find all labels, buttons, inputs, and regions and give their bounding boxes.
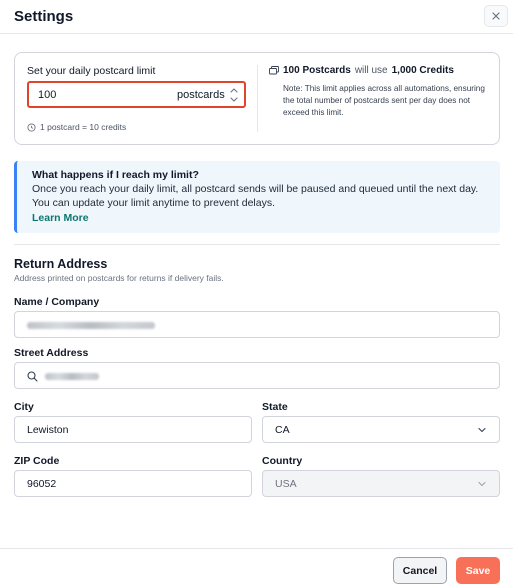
return-address-subtitle: Address printed on postcards for returns… [14,273,224,283]
state-value: CA [275,424,290,436]
dialog-title: Settings [14,8,74,25]
limit-value: 100 [38,89,57,101]
name-company-field[interactable] [14,311,500,338]
postcard-limit-input[interactable]: 100 postcards [27,81,246,108]
info-title: What happens if I reach my limit? [32,169,199,181]
section-divider [14,244,500,245]
save-button[interactable]: Save [456,557,500,584]
redacted-street [45,373,99,380]
street-address-field[interactable] [14,362,500,389]
chevron-down-icon [478,427,486,433]
limit-label: Set your daily postcard limit [27,65,156,77]
street-address-label: Street Address [14,347,89,359]
learn-more-link[interactable]: Learn More [32,212,89,224]
card-divider [257,65,258,132]
close-icon [492,12,500,20]
close-button[interactable] [484,5,508,27]
country-value: USA [275,478,297,490]
redacted-name [27,322,155,329]
stepper-icon[interactable] [228,85,240,105]
city-label: City [14,401,34,413]
country-label: Country [262,455,303,467]
summary-credits: 1,000 Credits [391,65,454,76]
summary-count: 100 Postcards [283,65,351,76]
summary-note: Note: This limit applies across all auto… [283,84,485,117]
limit-info-callout: What happens if I reach my limit? Once y… [14,161,500,233]
limit-summary: 100 Postcards will use 1,000 Credits [269,65,454,76]
summary-mid: will use [354,65,388,76]
limit-unit: postcards [177,89,225,101]
name-company-label: Name / Company [14,296,100,308]
cancel-button[interactable]: Cancel [393,557,447,584]
state-label: State [262,401,288,413]
search-icon [27,371,38,382]
chevron-down-icon [478,481,486,487]
country-select: USA [262,470,500,497]
postcard-icon [269,66,279,75]
daily-limit-card: Set your daily postcard limit 100 postca… [14,52,500,145]
credit-note-text: 1 postcard = 10 credits [40,122,127,132]
zip-code-value: 96052 [27,478,57,490]
dialog-header: Settings [0,0,513,34]
zip-code-field[interactable]: 96052 [14,470,252,497]
city-value: Lewiston [27,424,69,436]
city-field[interactable]: Lewiston [14,416,252,443]
info-body: Once you reach your daily limit, all pos… [32,183,479,209]
clock-icon [27,122,36,132]
zip-code-label: ZIP Code [14,455,60,467]
credit-note: 1 postcard = 10 credits [27,122,126,132]
return-address-title: Return Address [14,257,108,271]
state-select[interactable]: CA [262,416,500,443]
